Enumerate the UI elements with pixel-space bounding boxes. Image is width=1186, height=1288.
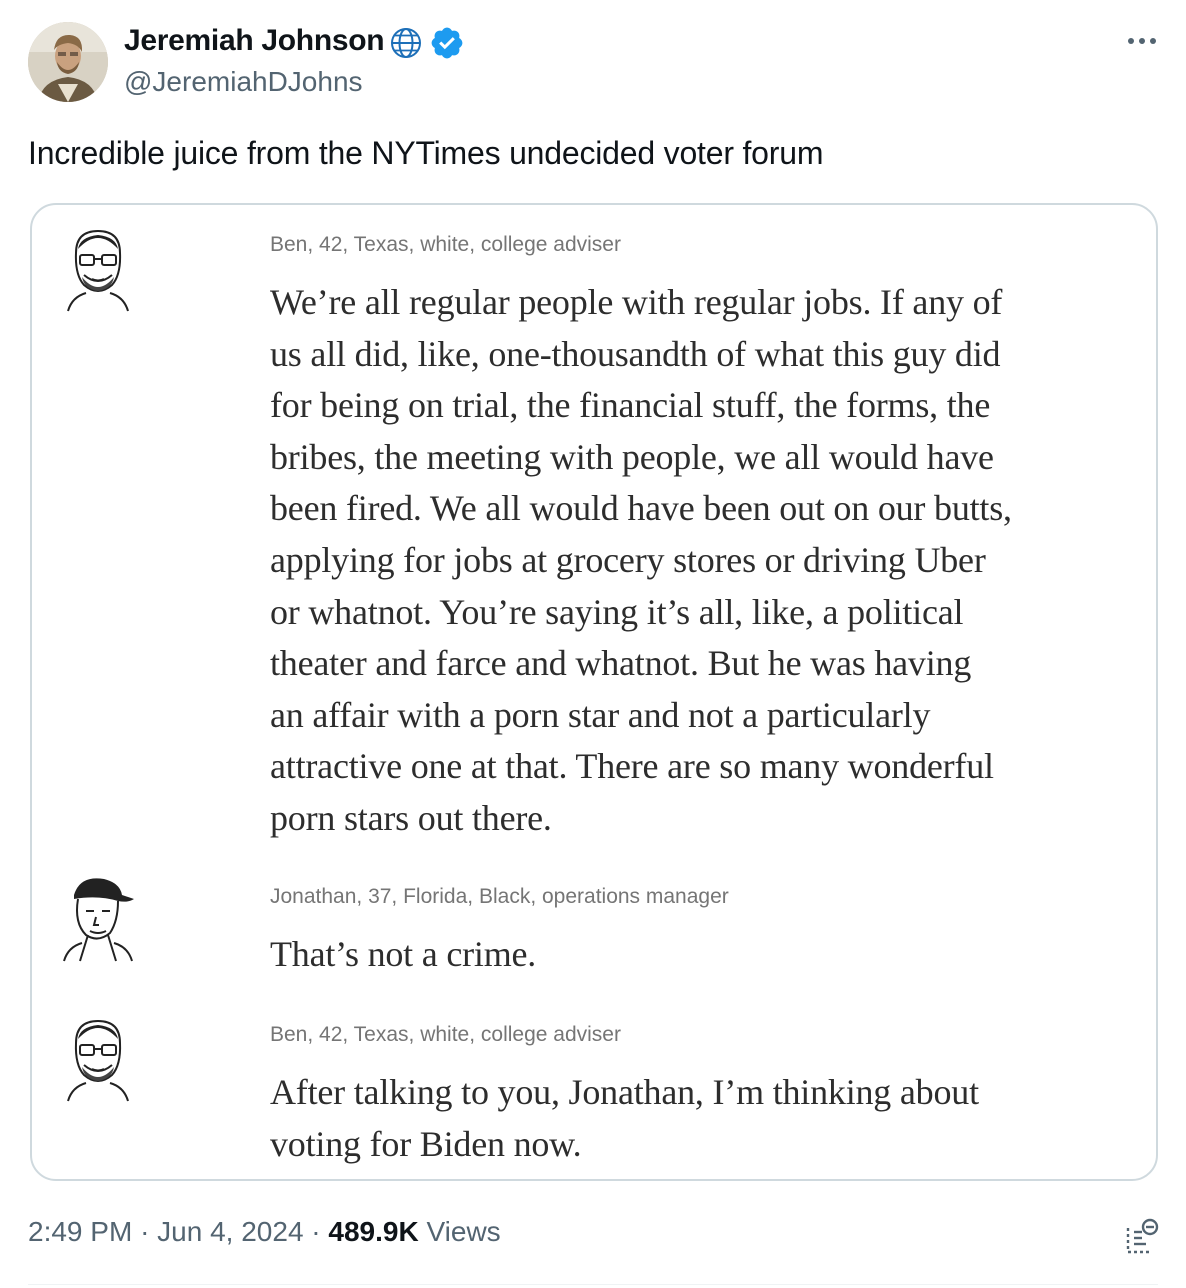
verified-badge-icon[interactable] [429, 25, 465, 61]
bearded-man-sketch-icon [67, 229, 129, 312]
quote-text: After talking to you, Jonathan, I’m thin… [270, 1067, 1130, 1170]
view-analytics-icon[interactable] [1118, 1214, 1164, 1260]
tweet: Jeremiah Johnson @JeremiahDJohns Incredi… [0, 0, 1186, 1288]
quote-text: That’s not a crime. [270, 929, 1130, 981]
quote-line: We’re all regular people with regular jo… [270, 282, 1003, 322]
tweet-text: Incredible juice from the NYTimes undeci… [28, 135, 824, 171]
globe-icon[interactable] [389, 26, 423, 60]
quote-line: theater and farce and whatnot. But he wa… [270, 643, 972, 684]
bearded-man-sketch-icon [67, 1019, 129, 1102]
tweet-time: 2:49 PM [28, 1216, 133, 1247]
man-in-cap-sketch-icon [63, 878, 134, 962]
quote-line: After talking to you, Jonathan, I’m thin… [270, 1072, 979, 1112]
speaker-label: Jonathan, 37, Florida, Black, operations… [270, 885, 729, 908]
quote-line: for being on trial, the financial stuff,… [270, 385, 991, 426]
quote-line: porn stars out there. [270, 797, 552, 838]
views-label: Views [426, 1216, 501, 1247]
divider [28, 1284, 1158, 1285]
quote-line: been fired. We all would have been out o… [270, 488, 1012, 529]
speaker-label: Ben, 42, Texas, white, college adviser [270, 1023, 621, 1046]
author-handle[interactable]: @JeremiahDJohns [124, 66, 363, 98]
author-avatar[interactable] [28, 22, 108, 102]
tweet-date: Jun 4, 2024 [157, 1216, 304, 1247]
views-count: 489.9K [328, 1216, 419, 1247]
tweet-meta: 2:49 PM · Jun 4, 2024 · 489.9K Views [28, 1216, 501, 1248]
quote-line: us all did, like, one-thousandth of what… [270, 333, 1001, 374]
speaker-label: Ben, 42, Texas, white, college adviser [270, 233, 621, 256]
avatar-image [28, 22, 108, 102]
meta-separator: · [311, 1216, 321, 1247]
quote-line: an affair with a porn star and not a par… [270, 694, 931, 735]
quote-line: voting for Biden now. [270, 1123, 582, 1164]
quote-text: We’re all regular people with regular jo… [270, 277, 1130, 845]
quote-line: attractive one at that. There are so man… [270, 746, 994, 787]
meta-separator: · [140, 1216, 150, 1247]
tweet-media-image[interactable]: Ben, 42, Texas, white, college adviser W… [30, 203, 1158, 1181]
tweet-timestamp-link[interactable]: 2:49 PM · Jun 4, 2024 [28, 1216, 304, 1247]
quote-line: That’s not a crime. [270, 934, 537, 974]
quote-line: applying for jobs at grocery stores or d… [270, 539, 986, 580]
quote-line: bribes, the meeting with people, we all … [270, 436, 994, 477]
quote-line: or whatnot. You’re saying it’s all, like… [270, 591, 964, 632]
author-name[interactable]: Jeremiah Johnson [124, 24, 385, 58]
more-options-icon[interactable] [1122, 26, 1162, 56]
